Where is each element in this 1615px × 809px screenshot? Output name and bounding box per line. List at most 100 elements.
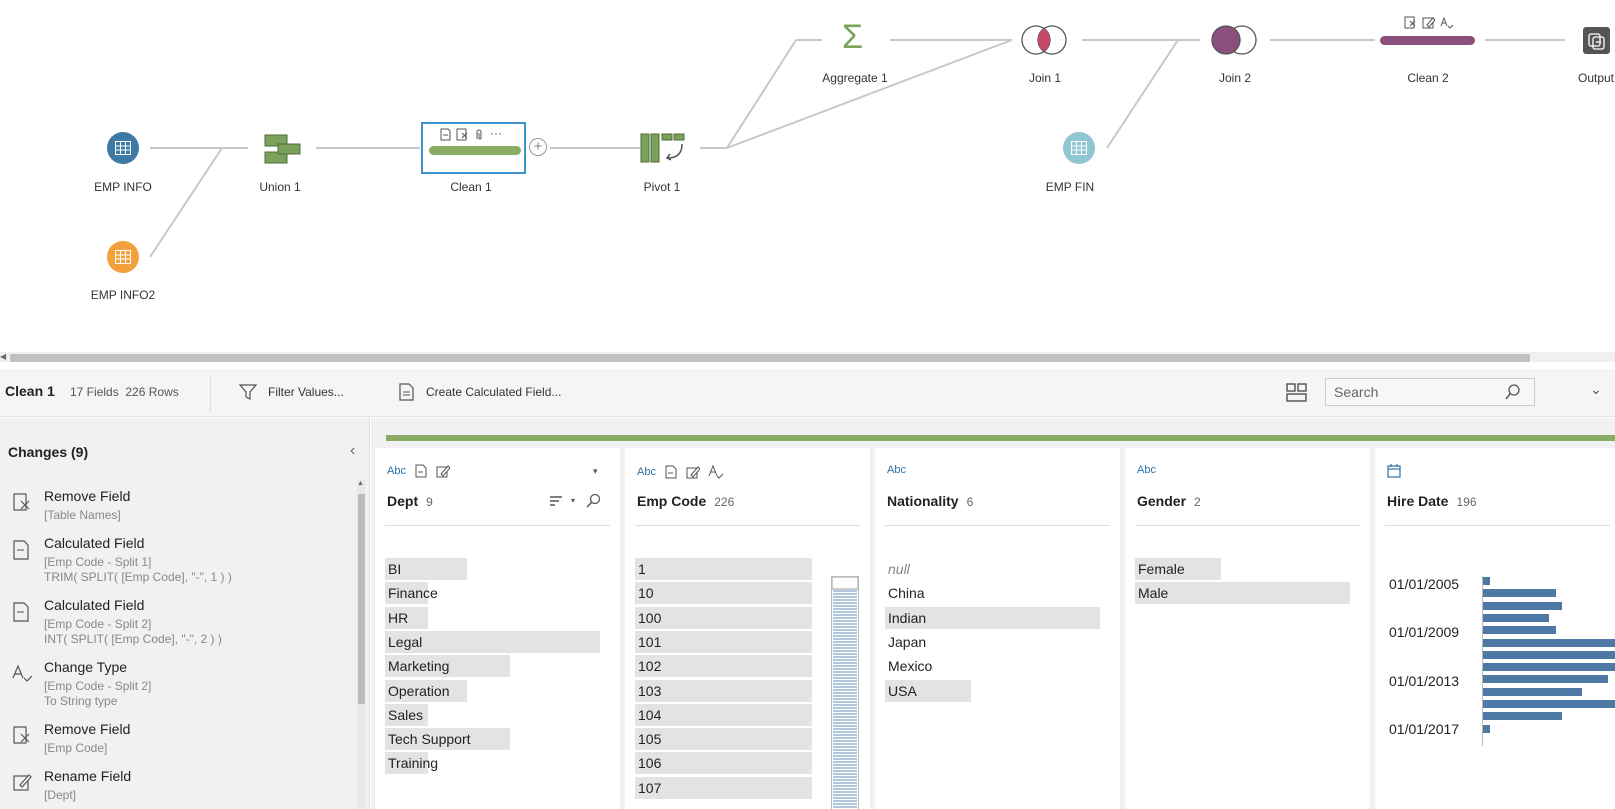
profile-card-hire-date[interactable]: Hire Date 196 01/01/2005 01/01/2009 01/01/2…	[1375, 448, 1615, 809]
histogram-bar[interactable]	[1483, 638, 1615, 647]
value-bar-row[interactable]: Legal	[385, 630, 600, 653]
search-box[interactable]	[1325, 378, 1535, 406]
value-bar-row[interactable]: Indian	[885, 606, 1100, 629]
string-type-icon[interactable]: Abc	[637, 466, 656, 478]
value-bar-row[interactable]: USA	[885, 679, 1100, 702]
value-bar-row[interactable]: BI	[385, 558, 600, 580]
scroll-up-icon[interactable]: ▲	[357, 480, 364, 487]
remove-field-icon	[1404, 16, 1416, 29]
flow-canvas[interactable]: EMP INFO EMP INFO2 Union 1 ··· + Clean 1…	[0, 0, 1615, 350]
value-bar-row[interactable]: Tech Support	[385, 728, 600, 751]
pivot-icon[interactable]	[640, 132, 690, 166]
histogram-bar[interactable]	[1483, 589, 1556, 598]
scroller-window[interactable]	[831, 576, 859, 590]
value-label: 103	[638, 682, 662, 699]
scrollbar-thumb[interactable]	[10, 354, 1530, 362]
sort-dropdown-icon[interactable]: ▾	[571, 496, 575, 505]
emp-info-node-icon[interactable]	[107, 132, 139, 164]
search-icon[interactable]	[1504, 383, 1522, 401]
value-bar-row[interactable]: 101	[635, 630, 812, 653]
join-icon[interactable]	[1210, 24, 1262, 56]
profile-card-dept[interactable]: Abc ▾ Dept 9 ▾ BI Finance HR Legal Marketing O…	[375, 448, 620, 809]
profile-card-gender[interactable]: Abc Gender 2 Female Male	[1125, 448, 1370, 809]
histogram-bar[interactable]	[1483, 675, 1609, 684]
chevron-down-icon[interactable]: ⌄	[1590, 381, 1602, 398]
histogram-bar[interactable]	[1483, 613, 1549, 622]
histogram-bar[interactable]	[1483, 687, 1582, 696]
histogram-bar[interactable]	[1483, 663, 1615, 672]
clean1-node[interactable]: ···	[421, 122, 526, 174]
clean2-label: Clean 2	[1407, 71, 1449, 85]
column-title: Hire Date	[1387, 493, 1449, 509]
emp-info-label: EMP INFO	[94, 180, 152, 194]
value-bar-row[interactable]: Operation	[385, 679, 600, 702]
histogram-bar[interactable]	[1483, 626, 1556, 635]
profile-card-emp-code[interactable]: Abc Emp Code 226 1 10 100 101 102 103 104 105 106…	[625, 448, 870, 809]
histogram-bar[interactable]	[1483, 577, 1490, 585]
value-bar-row[interactable]: 104	[635, 703, 812, 726]
output-node-icon[interactable]	[1583, 27, 1610, 54]
string-type-icon[interactable]: Abc	[887, 464, 906, 476]
sort-icon[interactable]	[549, 495, 567, 509]
value-bar-row[interactable]: 100	[635, 606, 812, 629]
value-bar-row[interactable]: Sales	[385, 703, 600, 726]
string-type-icon[interactable]: Abc	[387, 465, 406, 477]
emp-info2-node-icon[interactable]	[107, 241, 139, 273]
value-bar-row[interactable]: Training	[385, 752, 600, 775]
join-icon[interactable]	[1020, 24, 1072, 56]
histogram-bar[interactable]	[1483, 650, 1615, 659]
union-icon[interactable]	[264, 133, 304, 165]
histogram-bar[interactable]	[1483, 724, 1490, 733]
histogram-bar[interactable]	[1483, 712, 1563, 721]
search-input[interactable]	[1334, 384, 1504, 400]
calendar-icon[interactable]	[1387, 464, 1401, 478]
layout-toggle-icon[interactable]	[1286, 383, 1308, 403]
change-title: Rename Field	[44, 768, 132, 784]
changes-title: Changes (9)	[8, 444, 89, 460]
value-bar-row[interactable]: 107	[635, 776, 812, 799]
card-separator	[635, 525, 860, 526]
value-bar-row[interactable]: 102	[635, 655, 812, 678]
histogram-bar[interactable]	[1483, 601, 1563, 610]
changes-scrollbar[interactable]: ▲	[357, 480, 365, 809]
filter-values-button[interactable]: Filter Values...	[238, 377, 344, 407]
value-bar-row[interactable]: HR	[385, 606, 600, 629]
create-calculated-field-button[interactable]: Create Calculated Field...	[398, 377, 561, 407]
value-bar-row[interactable]: 105	[635, 728, 812, 751]
join1-label: Join 1	[1028, 71, 1062, 85]
scroll-left-icon[interactable]: ◀	[0, 352, 6, 361]
search-icon[interactable]	[585, 493, 601, 509]
emp-fin-node-icon[interactable]	[1063, 132, 1095, 164]
clean2-node[interactable]	[1380, 16, 1480, 48]
scrollbar-thumb[interactable]	[358, 494, 365, 704]
value-bar-row[interactable]: 1	[635, 558, 812, 580]
value-bar-row[interactable]: Female	[1135, 558, 1350, 580]
histogram-bar[interactable]	[1483, 700, 1615, 708]
date-tick-label: 01/01/2005	[1389, 576, 1460, 592]
value-label: Finance	[388, 585, 438, 602]
value-bar-row[interactable]: Japan	[885, 631, 1100, 653]
add-step-icon[interactable]: +	[529, 138, 547, 156]
value-bar-row[interactable]: Marketing	[385, 655, 600, 678]
change-field: [Emp Code]	[44, 741, 108, 755]
changes-panel: Changes (9) ‹ Remove Field [Table Names]…	[0, 418, 370, 809]
aggregate-sigma-icon[interactable]: Σ	[842, 20, 863, 54]
profile-card-nationality[interactable]: Abc Nationality 6 null China Indian Japan Mex…	[875, 448, 1120, 809]
rename-field-icon	[686, 466, 700, 479]
output-label: Output	[1577, 71, 1615, 85]
value-label: 104	[638, 706, 662, 723]
change-field: [Dept]	[44, 788, 77, 802]
emp-code-overview-scroller[interactable]	[831, 576, 859, 809]
value-bar-row[interactable]: 103	[635, 679, 812, 702]
string-type-icon[interactable]: Abc	[1137, 464, 1156, 476]
card-menu-icon[interactable]: ▾	[593, 466, 598, 477]
value-bar-row[interactable]: Male	[1135, 582, 1350, 605]
value-bar-row[interactable]: China	[885, 582, 1100, 604]
value-bar-row[interactable]: null	[885, 558, 1100, 580]
value-bar-row[interactable]: Mexico	[885, 655, 1100, 677]
collapse-panel-icon[interactable]: ‹	[350, 442, 355, 460]
value-bar-row[interactable]: 10	[635, 582, 812, 605]
flow-horizontal-scrollbar[interactable]: ◀	[0, 352, 1615, 362]
value-bar-row[interactable]: Finance	[385, 582, 600, 605]
value-bar-row[interactable]: 106	[635, 752, 812, 775]
